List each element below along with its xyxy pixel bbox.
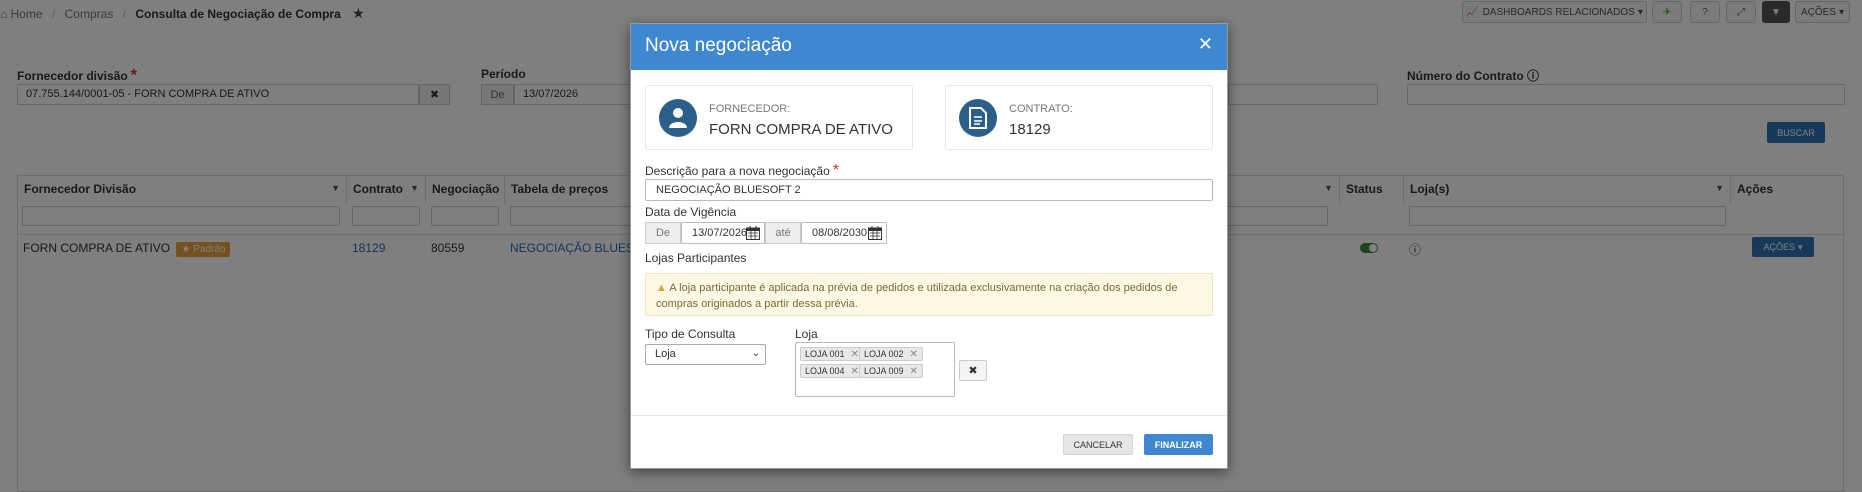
remove-tag-icon[interactable]: ✕ xyxy=(910,366,918,377)
loja-tag: LOJA 004 ✕ xyxy=(800,364,864,378)
contrato-card-value: 18129 xyxy=(1009,121,1051,138)
calendar-icon[interactable] xyxy=(868,226,882,243)
user-icon xyxy=(659,99,697,137)
loja-label: Loja xyxy=(795,327,818,341)
contrato-card-label: CONTRATO: xyxy=(1009,103,1073,115)
descricao-input[interactable]: NEGOCIAÇÃO BLUESOFT 2 xyxy=(645,179,1213,201)
chevron-down-icon: ⌄ xyxy=(751,348,760,359)
warning-alert: ▲ A loja participante é aplicada na prév… xyxy=(645,273,1213,316)
modal-title: Nova negociação xyxy=(645,35,792,56)
remove-tag-icon[interactable]: ✕ xyxy=(851,349,859,360)
vigencia-ate-addon: até xyxy=(765,222,801,244)
tipo-consulta-select[interactable]: Loja ⌄ xyxy=(645,344,766,365)
loja-tag-input[interactable]: LOJA 001 ✕ LOJA 002 ✕ LOJA 004 ✕ LOJA 009 ✕ xyxy=(795,342,955,397)
vigencia-ate-input[interactable]: 08/08/2030 xyxy=(801,222,887,244)
vigencia-label: Data de Vigência xyxy=(645,205,737,219)
contrato-card: CONTRATO: 18129 xyxy=(945,85,1213,150)
fornecedor-card-label: FORNECEDOR: xyxy=(709,103,791,115)
calendar-icon[interactable] xyxy=(746,226,760,243)
fornecedor-card-value: FORN COMPRA DE ATIVO xyxy=(709,121,893,138)
warning-icon: ▲ xyxy=(656,282,667,294)
vigencia-de-input[interactable]: 13/07/2026 xyxy=(681,222,765,244)
fornecedor-card: FORNECEDOR: FORN COMPRA DE ATIVO xyxy=(645,85,913,150)
finalizar-button[interactable]: FINALIZAR xyxy=(1144,434,1213,455)
nova-negociacao-modal: Nova negociação ✕ FORNECEDOR: FORN COMPR… xyxy=(630,23,1228,469)
loja-tag: LOJA 009 ✕ xyxy=(859,364,923,378)
remove-tag-icon[interactable]: ✕ xyxy=(851,366,859,377)
modal-header: Nova negociação ✕ xyxy=(631,24,1227,70)
tipo-consulta-label: Tipo de Consulta xyxy=(645,327,736,341)
remove-tag-icon[interactable]: ✕ xyxy=(910,349,918,360)
cancelar-button[interactable]: CANCELAR xyxy=(1063,434,1133,455)
close-icon: ✖ xyxy=(968,365,978,377)
vigencia-de-addon: De xyxy=(645,222,681,244)
document-icon xyxy=(959,99,997,137)
close-icon[interactable]: ✕ xyxy=(1198,34,1213,55)
warning-text: A loja participante é aplicada na prévia… xyxy=(656,282,1178,310)
loja-tag: LOJA 002 ✕ xyxy=(859,347,923,361)
descricao-label: Descrição para a nova negociação * xyxy=(645,162,840,179)
loja-tag: LOJA 001 ✕ xyxy=(800,347,864,361)
lojas-participantes-label: Lojas Participantes xyxy=(645,251,747,265)
clear-lojas-button[interactable]: ✖ xyxy=(959,360,987,381)
